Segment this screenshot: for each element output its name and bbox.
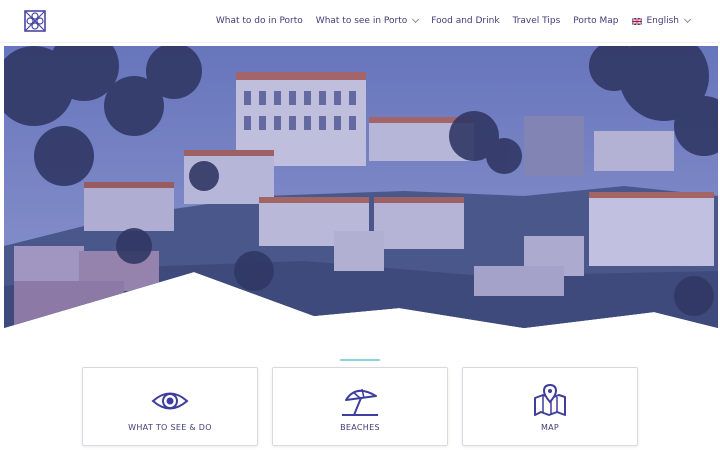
beach-umbrella-icon [342,388,378,416]
uk-flag-icon [631,17,642,25]
main-nav: What to do in Porto What to see in Porto… [216,0,692,42]
language-label: English [646,16,680,26]
feature-cards: WHAT TO SEE & DO BEACHES MAP [82,367,638,446]
language-selector[interactable]: English [631,15,692,26]
eye-icon [151,392,189,410]
nav-item-label: Food and Drink [431,16,500,26]
hero-image [4,46,718,328]
card-beaches[interactable]: BEACHES [272,367,448,446]
nav-item-label: Travel Tips [512,16,561,26]
chevron-down-icon [412,15,420,24]
nav-item-travel-tips[interactable]: Travel Tips [513,16,561,26]
card-label: WHAT TO SEE & DO [128,423,212,432]
site-header: What to do in Porto What to see in Porto… [0,0,720,43]
nav-item-what-to-see[interactable]: What to see in Porto [315,15,420,26]
nav-item-what-to-do[interactable]: What to do in Porto [216,16,303,26]
nav-item-label: What to do in Porto [215,16,303,26]
card-label: BEACHES [340,423,380,432]
section-divider [340,359,380,361]
nav-item-label: Porto Map [573,16,619,26]
nav-item-label: What to see in Porto [315,16,408,26]
card-what-to-see-and-do[interactable]: WHAT TO SEE & DO [82,367,258,446]
nav-item-porto-map[interactable]: Porto Map [573,16,618,26]
nav-item-food-and-drink[interactable]: Food and Drink [431,16,499,26]
chevron-down-icon [683,15,692,24]
card-label: MAP [540,423,560,432]
map-pin-icon [534,384,566,416]
site-logo-icon[interactable] [24,10,46,32]
card-map[interactable]: MAP [462,367,638,446]
